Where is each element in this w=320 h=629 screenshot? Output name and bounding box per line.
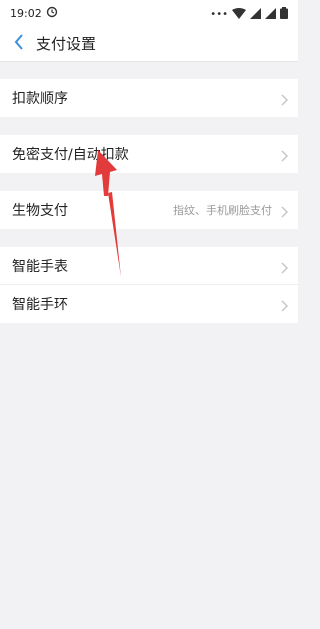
- back-arrow-icon: [14, 33, 24, 54]
- chevron-right-icon: [281, 297, 288, 316]
- battery-icon: [280, 7, 288, 22]
- row-smart-watch[interactable]: 智能手表: [0, 247, 298, 285]
- row-password-free-payment[interactable]: 免密支付/自动扣款: [0, 135, 298, 173]
- signal-icon-2: [265, 7, 276, 22]
- page-title: 支付设置: [36, 35, 97, 53]
- notification-icon: [46, 6, 58, 21]
- row-smart-band[interactable]: 智能手环: [0, 285, 298, 323]
- more-dots-icon: •••: [210, 9, 228, 20]
- section-deduction-order: 扣款顺序: [0, 79, 298, 117]
- row-value: 指纹、手机刷脸支付: [173, 204, 272, 217]
- chevron-right-icon: [281, 203, 288, 222]
- status-time: 19:02: [10, 6, 42, 20]
- row-biometric-payment[interactable]: 生物支付 指纹、手机刷脸支付: [0, 191, 298, 229]
- chevron-right-icon: [281, 91, 288, 110]
- signal-icon: [250, 7, 261, 22]
- chevron-right-icon: [281, 147, 288, 166]
- row-deduction-order[interactable]: 扣款顺序: [0, 79, 298, 117]
- row-label: 扣款顺序: [12, 91, 68, 107]
- section-password-free: 免密支付/自动扣款: [0, 135, 298, 173]
- wifi-icon: [232, 7, 246, 22]
- row-label: 智能手环: [12, 297, 68, 313]
- section-biometric: 生物支付 指纹、手机刷脸支付: [0, 191, 298, 229]
- chevron-right-icon: [281, 259, 288, 278]
- row-label: 智能手表: [12, 258, 68, 275]
- nav-bar: 支付设置: [0, 26, 298, 62]
- status-bar: 19:02 •••: [0, 0, 298, 26]
- row-label: 免密支付/自动扣款: [12, 147, 129, 163]
- row-label: 生物支付: [12, 203, 68, 219]
- section-wearables: 智能手表 智能手环: [0, 247, 298, 323]
- back-button[interactable]: [8, 33, 30, 55]
